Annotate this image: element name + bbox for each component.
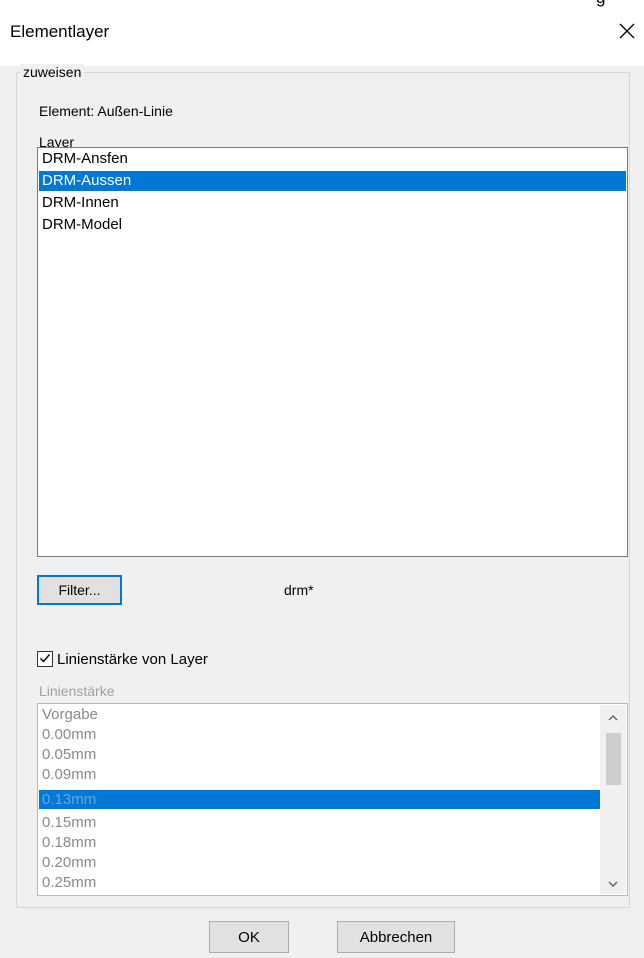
chevron-up-icon [608,708,618,725]
cancel-button[interactable]: Abbrechen [337,921,455,953]
checkbox-box[interactable] [37,651,53,667]
window-title: Elementlayer [10,22,110,41]
linewidth-from-layer-checkbox[interactable]: Linienstärke von Layer [37,649,208,669]
checkmark-icon [39,651,51,668]
clipped-background-text: g [596,0,626,10]
scroll-down-button[interactable] [600,872,626,894]
linewidth-item[interactable]: 0.25mm [39,873,600,892]
layer-listbox[interactable]: DRM-Ansfen DRM-Aussen DRM-Innen DRM-Mode… [37,147,628,557]
layer-item-drm-ansfen[interactable]: DRM-Ansfen [39,149,626,169]
title-bar: Elementlayer g [0,0,644,66]
scroll-up-button[interactable] [600,705,626,727]
linewidth-item[interactable]: Vorgabe [39,705,600,724]
linewidth-list-label: Linienstärke [39,683,115,699]
linewidth-item[interactable]: 0.15mm [39,813,600,832]
linewidth-item-selected[interactable]: 0.13mm [39,790,600,809]
layer-item-drm-model[interactable]: DRM-Model [39,215,626,235]
linewidth-item[interactable]: 0.05mm [39,745,600,764]
close-icon [619,23,635,43]
layer-item-drm-innen[interactable]: DRM-Innen [39,193,626,213]
elementlayer-dialog: Elementlayer g zuweisen Element: Außen-L… [0,0,644,958]
linewidth-item[interactable]: 0.18mm [39,833,600,852]
linewidth-listbox[interactable]: Vorgabe 0.00mm 0.05mm 0.09mm 0.13mm 0.15… [37,703,628,896]
layer-item-drm-aussen[interactable]: DRM-Aussen [39,171,626,191]
filter-value: drm* [284,582,314,598]
linewidth-scrollbar[interactable] [600,705,626,894]
linewidth-item[interactable]: 0.00mm [39,725,600,744]
linewidth-item[interactable]: 0.20mm [39,853,600,872]
element-label: Element: Außen-Linie [39,103,173,119]
close-button[interactable] [610,16,644,50]
ok-button[interactable]: OK [209,921,289,953]
checkbox-label: Linienstärke von Layer [57,650,208,668]
chevron-down-icon [608,875,618,892]
filter-button[interactable]: Filter... [37,575,122,605]
scroll-thumb[interactable] [606,733,621,785]
linewidth-item[interactable]: 0.09mm [39,765,600,784]
groupbox-legend: zuweisen [20,64,85,80]
